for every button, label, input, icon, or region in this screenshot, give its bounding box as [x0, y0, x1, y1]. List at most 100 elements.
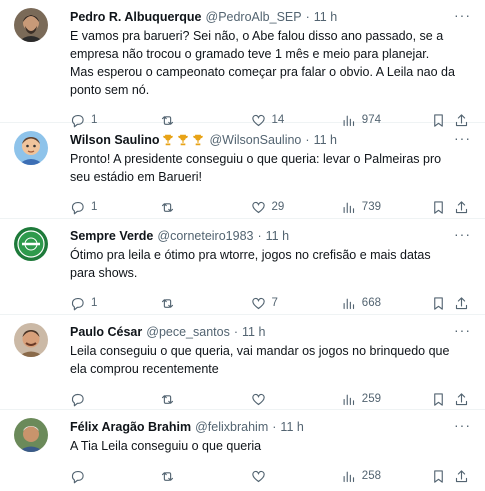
like-icon [251, 393, 265, 405]
bookmark-button[interactable] [431, 200, 454, 215]
separator: · [305, 10, 310, 24]
reply-feed: Pedro R. Albuquerque @PedroAlb_SEP · 11 … [0, 0, 485, 491]
username[interactable]: @WilsonSaulino [209, 131, 301, 149]
timestamp[interactable]: 11 h [280, 418, 303, 436]
share-button[interactable] [454, 200, 471, 215]
bookmark-icon [434, 392, 443, 406]
retweet-icon [162, 394, 174, 404]
share-icon [455, 200, 467, 213]
views-count: 668 [361, 297, 381, 309]
like-button[interactable] [251, 469, 341, 484]
retweet-button[interactable] [160, 200, 250, 215]
like-icon [251, 297, 265, 309]
like-button[interactable]: 7 [251, 296, 341, 311]
views-icon [343, 298, 354, 309]
avatar[interactable] [14, 418, 48, 452]
retweet-button[interactable] [160, 296, 250, 311]
username[interactable]: @felixbrahim [195, 418, 268, 436]
display-name[interactable]: Wilson Saulino [70, 131, 159, 149]
tweet-header: Félix Aragão Brahim @felixbrahim · 11 h [70, 418, 471, 436]
reply-icon [71, 201, 84, 214]
tweet-text: Leila conseguiu o que queria, vai mandar… [70, 344, 450, 376]
views-button[interactable]: 258 [341, 469, 431, 484]
timestamp[interactable]: 11 h [314, 131, 337, 149]
display-name[interactable]: Félix Aragão Brahim [70, 418, 191, 436]
views-button[interactable]: 259 [341, 392, 431, 407]
separator: · [257, 229, 262, 243]
tweet[interactable]: Sempre Verde @corneteiro1983 · 11 h ··· … [0, 219, 485, 315]
reply-button[interactable] [70, 392, 160, 407]
share-icon [455, 392, 467, 405]
username[interactable]: @PedroAlb_SEP [206, 8, 302, 26]
share-button[interactable] [454, 296, 471, 311]
bookmark-icon [434, 200, 443, 214]
more-icon[interactable]: ··· [454, 418, 471, 432]
views-count: 739 [361, 201, 381, 213]
bookmark-button[interactable] [431, 296, 454, 311]
more-icon[interactable]: ··· [454, 8, 471, 22]
tweet-text: A Tia Leila conseguiu o que queria [70, 439, 262, 453]
views-button[interactable]: 668 [341, 296, 431, 311]
trophy-icon [193, 134, 204, 146]
tweet-header: Wilson Saulino @WilsonSaulino · 11 h [70, 131, 471, 149]
avatar[interactable] [14, 131, 48, 165]
reply-count: 1 [91, 297, 98, 309]
username[interactable]: @pece_santos [146, 323, 230, 341]
reply-button[interactable]: 1 [70, 200, 160, 215]
more-icon[interactable]: ··· [454, 323, 471, 337]
views-icon [343, 471, 354, 482]
more-icon[interactable]: ··· [454, 227, 471, 241]
reply-icon [71, 470, 84, 483]
avatar[interactable] [14, 227, 48, 261]
more-icon[interactable]: ··· [454, 131, 471, 145]
tweet-header: Pedro R. Albuquerque @PedroAlb_SEP · 11 … [70, 8, 471, 26]
bookmark-button[interactable] [431, 392, 454, 407]
views-count: 259 [361, 393, 381, 405]
username[interactable]: @corneteiro1983 [157, 227, 253, 245]
display-name[interactable]: Paulo César [70, 323, 142, 341]
separator: · [272, 420, 277, 434]
retweet-button[interactable] [160, 392, 250, 407]
views-icon [343, 394, 354, 405]
retweet-icon [162, 202, 174, 212]
like-count: 7 [271, 297, 278, 309]
display-name[interactable]: Sempre Verde [70, 227, 153, 245]
retweet-icon [162, 298, 174, 308]
tweet[interactable]: Wilson Saulino @WilsonSaulino · 11 h ···… [0, 123, 485, 219]
like-button[interactable] [251, 392, 341, 407]
timestamp[interactable]: 11 h [242, 323, 265, 341]
reply-icon [71, 297, 84, 310]
reply-button[interactable] [70, 469, 160, 484]
views-count: 258 [361, 470, 381, 482]
retweet-button[interactable] [160, 469, 250, 484]
tweet[interactable]: Pedro R. Albuquerque @PedroAlb_SEP · 11 … [0, 0, 485, 127]
reply-button[interactable]: 1 [70, 296, 160, 311]
avatar[interactable] [14, 323, 48, 357]
timestamp[interactable]: 11 h [266, 227, 289, 245]
retweet-icon [162, 471, 174, 481]
like-button[interactable]: 29 [251, 200, 341, 215]
tweet[interactable]: Félix Aragão Brahim @felixbrahim · 11 h … [0, 410, 485, 491]
share-button[interactable] [454, 392, 471, 407]
bookmark-icon [434, 296, 443, 310]
tweet-text: E vamos pra barueri? Sei não, o Abe falo… [70, 29, 455, 97]
display-name[interactable]: Pedro R. Albuquerque [70, 8, 202, 26]
bookmark-icon [434, 469, 443, 483]
trophy-badges [161, 133, 205, 147]
like-count: 29 [271, 201, 285, 213]
separator: · [305, 133, 310, 147]
action-bar: 1 29 739 [70, 192, 471, 222]
tweet[interactable]: Paulo César @pece_santos · 11 h ··· Leil… [0, 315, 485, 410]
timestamp[interactable]: 11 h [314, 8, 337, 26]
share-button[interactable] [454, 469, 471, 484]
reply-icon [71, 393, 84, 406]
like-icon [251, 470, 265, 482]
views-button[interactable]: 739 [341, 200, 431, 215]
bookmark-button[interactable] [431, 469, 454, 484]
views-icon [343, 202, 354, 213]
avatar[interactable] [14, 8, 48, 42]
reply-count: 1 [91, 201, 98, 213]
share-icon [455, 469, 467, 482]
trophy-icon [178, 134, 189, 146]
separator: · [233, 325, 239, 339]
